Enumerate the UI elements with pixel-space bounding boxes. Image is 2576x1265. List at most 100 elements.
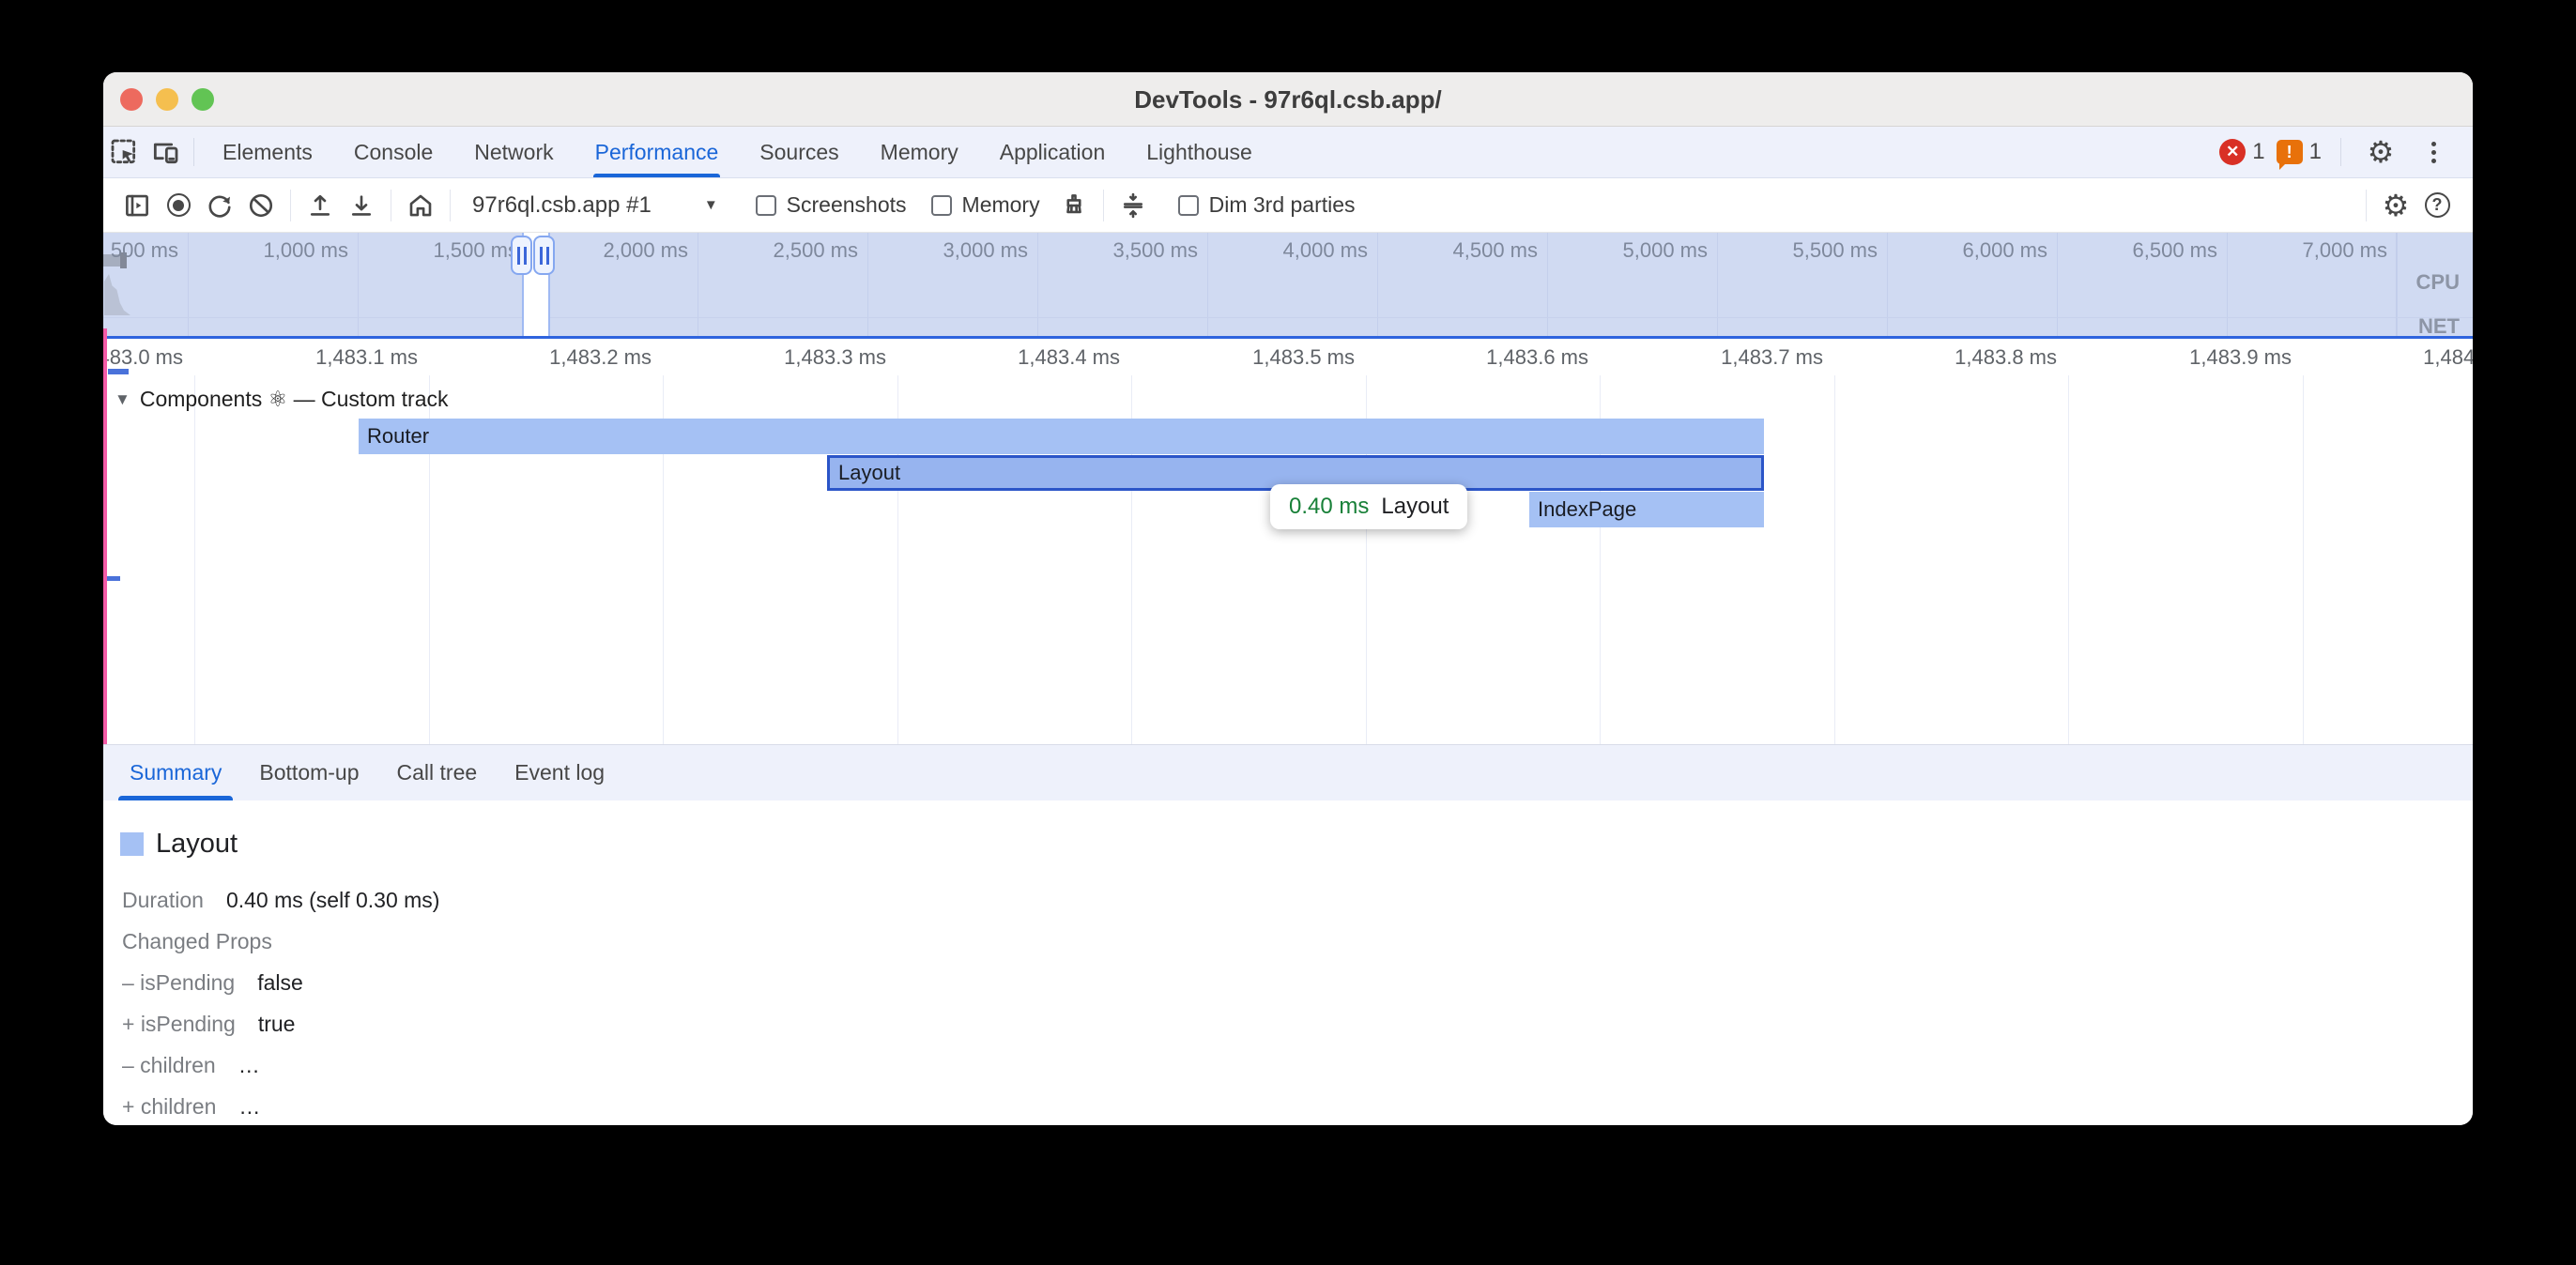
record-icon bbox=[167, 193, 191, 217]
collapse-vertical-icon bbox=[1119, 191, 1147, 220]
history-dropdown[interactable]: 97r6ql.csb.app #1 ▼ bbox=[459, 192, 731, 219]
details-tab-call-tree[interactable]: Call tree bbox=[378, 745, 497, 800]
tabbar-right-cluster: ✕ 1 ! 1 ⚙ bbox=[2219, 131, 2473, 173]
detail-tick-label: 1,483.9 ms bbox=[2057, 345, 2292, 370]
custom-track-header[interactable]: ▼ Components ⚛ — Custom track bbox=[115, 387, 449, 412]
tab-label: Application bbox=[1000, 140, 1106, 165]
record-and-reload-button[interactable] bbox=[199, 186, 240, 225]
record-button[interactable] bbox=[158, 186, 199, 225]
devtools-settings-button[interactable]: ⚙ bbox=[2360, 131, 2401, 173]
summary-row: Duration0.40 ms (self 0.30 ms) bbox=[122, 879, 2454, 921]
event-color-swatch bbox=[120, 832, 144, 856]
save-profile-button[interactable] bbox=[341, 186, 382, 225]
error-counter[interactable]: ✕ 1 bbox=[2219, 139, 2264, 165]
summary-row-value: false bbox=[257, 970, 303, 996]
summary-panel: Layout Duration0.40 ms (self 0.30 ms) Cha… bbox=[103, 800, 2473, 1125]
error-count: 1 bbox=[2252, 139, 2264, 165]
tab-elements[interactable]: Elements bbox=[202, 127, 333, 177]
details-tab-bar: Summary Bottom-up Call tree Event log bbox=[103, 744, 2473, 800]
tab-label: Performance bbox=[595, 140, 719, 165]
cpu-lane-label: CPU bbox=[2366, 270, 2460, 295]
tab-console[interactable]: Console bbox=[333, 127, 453, 177]
tab-lighthouse[interactable]: Lighthouse bbox=[1126, 127, 1273, 177]
summary-row-value: … bbox=[238, 1094, 260, 1120]
devtools-tab-bar: Elements Console Network Performance Sources… bbox=[103, 127, 2473, 178]
selection-right-handle[interactable] bbox=[533, 236, 555, 275]
details-tab-bottom-up[interactable]: Bottom-up bbox=[240, 745, 377, 800]
tab-label: Bottom-up bbox=[259, 760, 359, 785]
disclosure-triangle-icon[interactable]: ▼ bbox=[115, 390, 130, 409]
details-tab-event-log[interactable]: Event log bbox=[496, 745, 623, 800]
toolbar-separator bbox=[2366, 190, 2367, 221]
screenshots-checkbox[interactable]: Screenshots bbox=[756, 192, 907, 218]
more-options-button[interactable] bbox=[2413, 131, 2454, 173]
tab-performance[interactable]: Performance bbox=[575, 127, 740, 177]
performance-toolbar: 97r6ql.csb.app #1 ▼ Screenshots Memory D… bbox=[103, 178, 2473, 233]
panel-tabs: Elements Console Network Performance Sources… bbox=[202, 127, 1273, 177]
detail-tick-label: 1,483.0 ms bbox=[103, 345, 183, 370]
tooltip-duration: 0.40 ms bbox=[1289, 494, 1369, 520]
detail-tick-label: 1,483.5 ms bbox=[1120, 345, 1355, 370]
inspect-element-button[interactable] bbox=[103, 131, 145, 173]
tab-sources[interactable]: Sources bbox=[739, 127, 859, 177]
collect-garbage-button[interactable] bbox=[1053, 186, 1095, 225]
help-button[interactable]: ? bbox=[2416, 186, 2458, 225]
summary-row-value: true bbox=[258, 1012, 296, 1037]
tabbar-separator bbox=[193, 138, 194, 166]
details-tab-summary[interactable]: Summary bbox=[111, 745, 240, 800]
tab-application[interactable]: Application bbox=[979, 127, 1127, 177]
summary-row: + isPendingtrue bbox=[122, 1003, 2454, 1044]
summary-row-label: Changed Props bbox=[122, 929, 272, 954]
home-icon bbox=[406, 191, 435, 220]
summary-header: Layout bbox=[120, 829, 238, 860]
detail-tick-label: 1,483.8 ms bbox=[1822, 345, 2057, 370]
memory-checkbox[interactable]: Memory bbox=[931, 192, 1040, 218]
tab-label: Network bbox=[474, 140, 553, 165]
kebab-menu-icon bbox=[2428, 138, 2440, 167]
home-button[interactable] bbox=[400, 186, 441, 225]
detail-tick-label: 1,483.3 ms bbox=[652, 345, 886, 370]
help-icon: ? bbox=[2425, 192, 2450, 218]
summary-row-label: + children bbox=[122, 1094, 216, 1120]
gear-icon: ⚙ bbox=[2368, 137, 2395, 167]
tab-label: Sources bbox=[759, 140, 838, 165]
history-dropdown-value: 97r6ql.csb.app #1 bbox=[472, 192, 652, 219]
dim-3rd-parties-label: Dim 3rd parties bbox=[1209, 192, 1356, 218]
tab-memory[interactable]: Memory bbox=[860, 127, 979, 177]
issues-counter[interactable]: ! 1 bbox=[2277, 139, 2322, 165]
selection-left-handle[interactable] bbox=[511, 236, 532, 275]
upload-icon bbox=[306, 191, 334, 220]
checkbox-box bbox=[1178, 195, 1199, 216]
flame-bar-router[interactable]: Router bbox=[359, 419, 1764, 454]
timeline-left-marker bbox=[103, 328, 107, 744]
overview-dim-left bbox=[103, 233, 522, 336]
reload-icon bbox=[206, 191, 234, 220]
detail-tick-label: 1,483.7 ms bbox=[1588, 345, 1823, 370]
tab-network[interactable]: Network bbox=[453, 127, 574, 177]
issue-icon: ! bbox=[2277, 140, 2303, 164]
flame-bar-indexpage[interactable]: IndexPage bbox=[1529, 492, 1764, 527]
summary-row: + children … bbox=[122, 1086, 2454, 1125]
clear-button[interactable] bbox=[240, 186, 282, 225]
tab-label: Console bbox=[354, 140, 433, 165]
dim-3rd-parties-checkbox[interactable]: Dim 3rd parties bbox=[1178, 192, 1356, 218]
tab-label: Elements bbox=[222, 140, 313, 165]
tab-label: Memory bbox=[881, 140, 958, 165]
summary-title: Layout bbox=[156, 829, 238, 860]
summary-row: – isPendingfalse bbox=[122, 962, 2454, 1003]
load-profile-button[interactable] bbox=[299, 186, 341, 225]
summary-row: Changed Props bbox=[122, 921, 2454, 962]
tab-label: Event log bbox=[514, 760, 605, 785]
panel-left-icon bbox=[123, 191, 151, 220]
title-bar: DevTools - 97r6ql.csb.app/ bbox=[103, 72, 2473, 127]
block-icon bbox=[247, 191, 275, 220]
flame-chart[interactable]: ▼ Components ⚛ — Custom track RouterLayo… bbox=[103, 375, 2473, 744]
timeline-overview[interactable]: 500 ms1,000 ms1,500 ms2,000 ms2,500 ms3,… bbox=[103, 233, 2473, 336]
toggle-sidebar-button[interactable] bbox=[116, 186, 158, 225]
garbage-collect-icon bbox=[1060, 191, 1088, 220]
collapse-metrics-button[interactable] bbox=[1112, 186, 1154, 225]
gear-icon: ⚙ bbox=[2383, 191, 2410, 221]
device-toolbar-button[interactable] bbox=[145, 131, 186, 173]
capture-settings-button[interactable]: ⚙ bbox=[2375, 186, 2416, 225]
tab-label: Lighthouse bbox=[1146, 140, 1252, 165]
